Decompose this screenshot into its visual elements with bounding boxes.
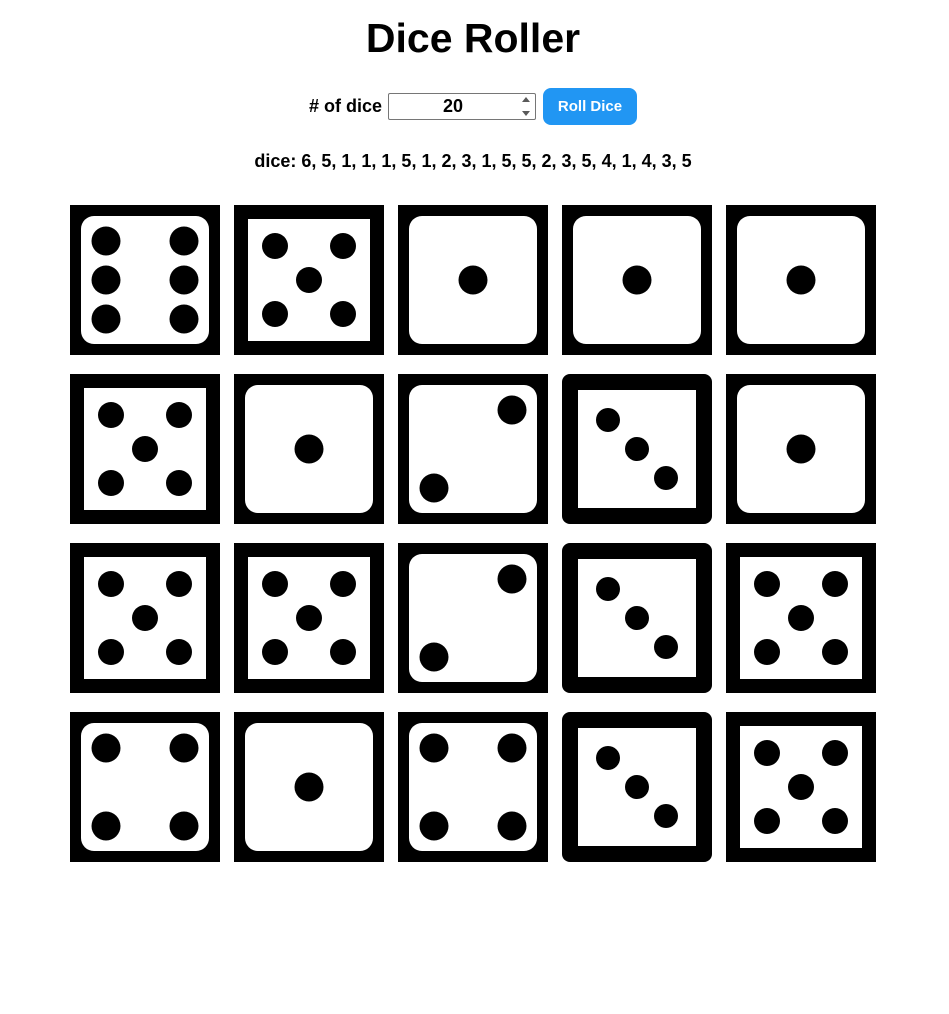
die-3: [398, 205, 548, 355]
die-pip: [169, 733, 199, 763]
dice-count-spinner[interactable]: [520, 96, 532, 116]
dice-roller-page: Dice Roller # of dice Roll Dice dice: 6,…: [0, 0, 949, 1014]
die-pip: [625, 437, 649, 461]
die-pip: [788, 774, 814, 800]
die-9: [562, 374, 712, 524]
die-10: [726, 374, 876, 524]
die-pip: [654, 635, 678, 659]
die-pip: [822, 740, 848, 766]
die-pip: [596, 746, 620, 770]
die-pip: [497, 733, 527, 763]
die-pip: [294, 434, 324, 464]
die-pip: [98, 639, 124, 665]
die-pip: [822, 571, 848, 597]
die-pip: [330, 571, 356, 597]
die-pip: [294, 772, 324, 802]
dice-count-field[interactable]: [388, 92, 537, 120]
die-15: [726, 543, 876, 693]
dice-result-text: dice: 6, 5, 1, 1, 1, 5, 1, 2, 3, 1, 5, 5…: [254, 151, 692, 171]
die-pip: [330, 301, 356, 327]
die-pip: [169, 226, 199, 256]
roll-dice-button[interactable]: Roll Dice: [543, 87, 638, 125]
die-pip: [786, 265, 816, 295]
die-pip: [296, 267, 322, 293]
die-17: [234, 712, 384, 862]
die-pip: [419, 473, 449, 503]
die-2: [234, 205, 384, 355]
die-pip: [98, 571, 124, 597]
die-18: [398, 712, 548, 862]
die-8: [398, 374, 548, 524]
die-pip: [166, 571, 192, 597]
die-14: [562, 543, 712, 693]
die-pip: [622, 265, 652, 295]
page-title: Dice Roller: [365, 15, 581, 61]
die-pip: [654, 804, 678, 828]
die-11: [70, 543, 220, 693]
die-pip: [166, 470, 192, 496]
die-pip: [788, 605, 814, 631]
controls-bar: # of dice Roll Dice: [0, 87, 946, 125]
die-6: [70, 374, 220, 524]
die-12: [234, 543, 384, 693]
die-pip: [169, 265, 199, 295]
die-pip: [497, 811, 527, 841]
die-pip: [754, 740, 780, 766]
die-pip: [419, 733, 449, 763]
die-pip: [262, 233, 288, 259]
die-pip: [296, 605, 322, 631]
die-pip: [91, 733, 121, 763]
die-20: [726, 712, 876, 862]
die-pip: [754, 571, 780, 597]
die-pip: [262, 571, 288, 597]
die-pip: [497, 395, 527, 425]
die-pip: [596, 408, 620, 432]
die-5: [726, 205, 876, 355]
die-pip: [822, 639, 848, 665]
die-pip: [166, 639, 192, 665]
die-19: [562, 712, 712, 862]
die-pip: [458, 265, 488, 295]
die-pip: [497, 564, 527, 594]
dice-grid: [70, 205, 876, 862]
die-pip: [98, 470, 124, 496]
die-pip: [754, 639, 780, 665]
dice-count-input[interactable]: [389, 93, 518, 119]
die-7: [234, 374, 384, 524]
die-pip: [419, 811, 449, 841]
spinner-up-icon[interactable]: [522, 96, 531, 102]
die-1: [70, 205, 220, 355]
die-16: [70, 712, 220, 862]
die-13: [398, 543, 548, 693]
dice-count-label: # of dice: [308, 95, 383, 116]
die-pip: [132, 605, 158, 631]
die-pip: [166, 402, 192, 428]
die-pip: [262, 639, 288, 665]
die-pip: [132, 436, 158, 462]
die-pip: [596, 577, 620, 601]
die-pip: [419, 642, 449, 672]
spinner-down-icon[interactable]: [522, 110, 531, 116]
die-pip: [754, 808, 780, 834]
die-pip: [91, 226, 121, 256]
die-4: [562, 205, 712, 355]
die-pip: [330, 639, 356, 665]
die-pip: [625, 775, 649, 799]
die-pip: [91, 304, 121, 334]
die-pip: [822, 808, 848, 834]
die-pip: [330, 233, 356, 259]
die-pip: [169, 304, 199, 334]
die-pip: [654, 466, 678, 490]
die-pip: [91, 265, 121, 295]
die-pip: [98, 402, 124, 428]
die-pip: [262, 301, 288, 327]
die-pip: [625, 606, 649, 630]
die-pip: [91, 811, 121, 841]
die-pip: [169, 811, 199, 841]
die-pip: [786, 434, 816, 464]
